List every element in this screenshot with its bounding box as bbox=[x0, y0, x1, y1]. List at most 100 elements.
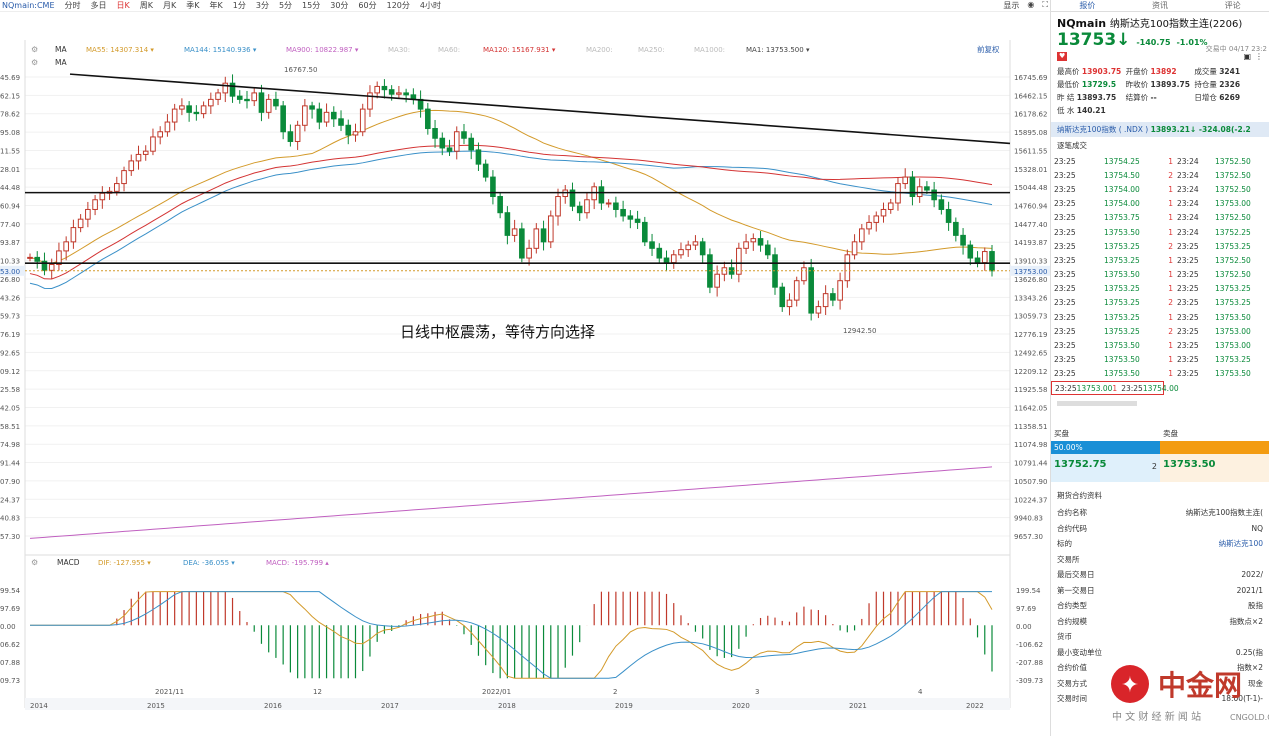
macd-dea: DEA: -36.055 ▾ bbox=[183, 559, 235, 567]
symbol-label[interactable]: NQmain:CME bbox=[2, 1, 55, 10]
favorite-icon[interactable]: ♥ bbox=[1057, 52, 1068, 61]
trade-row: 23:25 13754.50 2 23:24 13752.50 bbox=[1051, 168, 1269, 182]
price-tick-left: 74.98 bbox=[0, 441, 20, 449]
price-tick-left: 78.62 bbox=[0, 111, 20, 119]
price-tick-right: 12776.19 bbox=[1014, 331, 1047, 339]
macd-dif: DIF: -127.955 ▾ bbox=[98, 559, 151, 567]
range-year: 2014 bbox=[30, 702, 48, 710]
macd-settings-icon[interactable]: ⚙ bbox=[31, 558, 38, 567]
candle-body bbox=[208, 98, 214, 107]
ask-box[interactable]: 13753.50 bbox=[1160, 454, 1269, 483]
price-change-pct: -1.01% bbox=[1176, 38, 1208, 47]
ma-legend-item[interactable]: MA55: 14307.314 ▾ bbox=[86, 46, 154, 54]
adjust-label[interactable]: 前复权 bbox=[977, 44, 1000, 54]
candle-body bbox=[85, 208, 91, 220]
bid-box[interactable]: 13752.75 2 bbox=[1051, 454, 1160, 483]
price-tick-left: 24.37 bbox=[0, 496, 20, 504]
period-2[interactable]: 日K bbox=[117, 0, 130, 11]
time-label: 4 bbox=[918, 688, 923, 696]
camera-icon[interactable]: ◉ bbox=[1027, 0, 1034, 11]
candle-body bbox=[613, 202, 619, 210]
candle-body bbox=[186, 105, 192, 113]
period-3[interactable]: 周K bbox=[140, 0, 153, 11]
ma-legend-item[interactable]: MA200: bbox=[586, 46, 613, 54]
ma-legend: MA MA55: 14307.314 ▾ MA144: 15140.936 ▾ MA9… bbox=[31, 44, 1000, 67]
tab-quote[interactable]: 报价 bbox=[1079, 0, 1095, 11]
info-value: NQ bbox=[1251, 523, 1263, 533]
candle-body bbox=[837, 280, 843, 301]
period-5[interactable]: 季K bbox=[186, 0, 199, 11]
trade-cell: 23:25 bbox=[1054, 199, 1076, 209]
candle-body bbox=[135, 153, 142, 162]
trade-row: 23:25 13753.25 2 23:25 13753.25 bbox=[1051, 296, 1269, 310]
period-10[interactable]: 15分 bbox=[302, 0, 320, 11]
stat-item: 低 水 140.21 bbox=[1057, 106, 1106, 115]
period-12[interactable]: 60分 bbox=[358, 0, 376, 11]
trade-cell: 13753.25 bbox=[1104, 284, 1140, 294]
macd-tick-left: 97.69 bbox=[0, 605, 20, 613]
price-tick-right: 11925.58 bbox=[1014, 386, 1047, 394]
price-change: -140.75 bbox=[1136, 38, 1171, 47]
trade-cell: 1 bbox=[1168, 255, 1173, 265]
trade-row: 23:25 13753.25 2 23:25 13753.00 bbox=[1051, 324, 1269, 338]
price-axis-right: 16745.69 16462.15 16178.62 15895.08 15611.55… bbox=[1014, 74, 1048, 541]
low-label: 12942.50 bbox=[843, 327, 876, 335]
candle-body bbox=[555, 196, 561, 217]
candle-body bbox=[844, 254, 851, 282]
index-row[interactable]: 纳斯达克100指数 ( .NDX ) 13893.21↓ -324.08(-2.… bbox=[1051, 122, 1269, 137]
macd-tick-left: 06.62 bbox=[0, 641, 20, 649]
fullscreen-icon[interactable]: ⛶ bbox=[1042, 0, 1048, 11]
chart-area[interactable]: MA MA55: 14307.314 ▾ MA144: 15140.936 ▾ MA9… bbox=[0, 12, 1050, 736]
ma-legend-item[interactable]: MA120: 15167.931 ▾ bbox=[483, 46, 556, 54]
period-1[interactable]: 多日 bbox=[91, 0, 107, 11]
period-6[interactable]: 年K bbox=[210, 0, 223, 11]
bid-qty: 2 bbox=[1151, 462, 1157, 472]
info-title: 期货合约资料 bbox=[1057, 491, 1102, 501]
last-price: 13753 bbox=[1057, 30, 1117, 50]
tab-comment[interactable]: 评论 bbox=[1225, 0, 1241, 11]
tab-news[interactable]: 资讯 bbox=[1152, 0, 1168, 11]
ma-legend-item[interactable]: MA30: bbox=[388, 46, 410, 54]
price-tick-right: 13343.26 bbox=[1014, 294, 1048, 302]
settings-icon[interactable]: ⚙ bbox=[31, 45, 38, 54]
trade-cell: 1 bbox=[1168, 284, 1173, 294]
trade-cell: 23:25 bbox=[1055, 383, 1077, 393]
ask-price: 13753.50 bbox=[1163, 459, 1216, 471]
candle-body bbox=[468, 137, 475, 151]
scrollbar[interactable] bbox=[1057, 401, 1137, 407]
candle-body bbox=[316, 108, 323, 123]
ma-legend-item[interactable]: MA1: 13753.500 ▾ bbox=[746, 46, 810, 54]
period-9[interactable]: 5分 bbox=[279, 0, 292, 11]
trade-cell: 23:24 bbox=[1177, 170, 1199, 180]
ma-legend-item[interactable]: MA250: bbox=[638, 46, 665, 54]
candle-body bbox=[381, 85, 388, 91]
trade-cell: 13753.50 bbox=[1215, 312, 1251, 322]
ma-legend-item[interactable]: MA144: 15140.936 ▾ bbox=[184, 46, 257, 54]
period-4[interactable]: 月K bbox=[163, 0, 176, 11]
period-14[interactable]: 4小时 bbox=[420, 0, 441, 11]
range-year: 2017 bbox=[381, 702, 399, 710]
trade-cell: 13753.25 bbox=[1104, 326, 1140, 336]
ma-legend-item[interactable]: MA900: 10822.987 ▾ bbox=[286, 46, 359, 54]
info-key: 货币 bbox=[1057, 632, 1072, 642]
info-value: 指数点×2 bbox=[1229, 616, 1263, 626]
trade-row: 23:25 13753.25 1 23:25 13753.25 bbox=[1051, 282, 1269, 296]
trade-row: 23:25 13753.25 1 23:25 13752.50 bbox=[1051, 253, 1269, 267]
display-menu[interactable]: 显示 bbox=[1003, 0, 1019, 11]
ma-legend-item[interactable]: MA60: bbox=[438, 46, 460, 54]
candle-body bbox=[909, 176, 916, 198]
candle-body bbox=[605, 202, 612, 205]
macd-label: MACD bbox=[57, 558, 80, 567]
candle-body bbox=[251, 92, 258, 102]
period-11[interactable]: 30分 bbox=[330, 0, 348, 11]
settings-icon-2[interactable]: ⚙ bbox=[31, 58, 38, 67]
candle-body bbox=[714, 273, 720, 288]
period-13[interactable]: 120分 bbox=[387, 0, 410, 11]
ma-legend-item[interactable]: MA1000: bbox=[694, 46, 725, 54]
trade-cell: 23:25 bbox=[1121, 383, 1143, 393]
period-0[interactable]: 分时 bbox=[65, 0, 81, 11]
candle-body bbox=[924, 186, 930, 191]
candle-body bbox=[27, 256, 33, 259]
period-8[interactable]: 3分 bbox=[256, 0, 269, 11]
period-7[interactable]: 1分 bbox=[233, 0, 246, 11]
